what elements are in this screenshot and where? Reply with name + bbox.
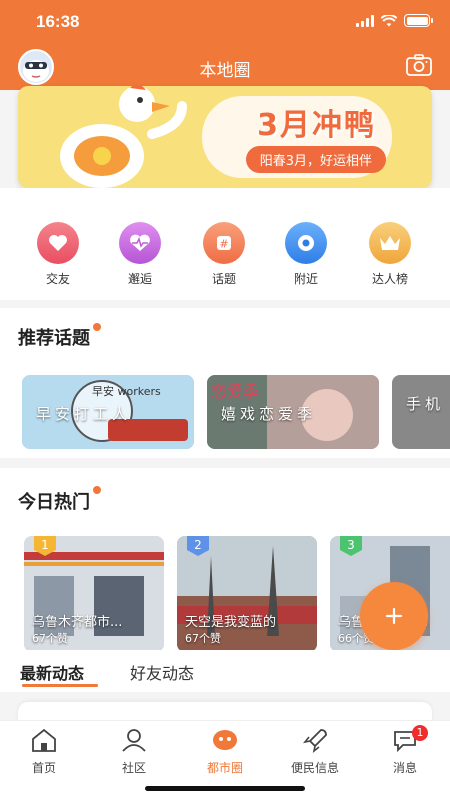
hot-card-likes: 67个赞 (32, 632, 68, 645)
hot-card[interactable]: 2 天空是我变蓝的 67个赞 (177, 536, 317, 652)
crown-icon (369, 222, 411, 264)
new-dot-icon (93, 323, 101, 331)
active-tab-indicator (22, 684, 98, 687)
wifi-icon (381, 14, 397, 26)
app-screen: 16:38 本地圈 3月冲鸭 阳春3月，好运相伴 交友 邂逅 # 话题 附近 达… (0, 0, 450, 800)
rocket-icon (303, 729, 327, 753)
feed-tabs: 最新动态 好友动态 (0, 650, 450, 692)
heartbeat-icon (119, 222, 161, 264)
nav-city-circle[interactable]: 都市圈 (190, 727, 260, 776)
topic-card[interactable]: 早安 workers 早安打工人 (22, 375, 194, 449)
topic-card[interactable]: 手机 (392, 375, 450, 449)
hot-card-name: 天空是我变蓝的 (185, 615, 277, 630)
banner-title: 3月冲鸭 (257, 108, 376, 143)
quick-item-make-friends[interactable]: 交友 (18, 222, 98, 287)
tab-friends[interactable]: 好友动态 (130, 660, 194, 684)
section-title-hot: 今日热门 (18, 492, 90, 513)
hashtag-icon: # (203, 222, 245, 264)
topic-label: 手机 (406, 395, 445, 413)
heart-icon (37, 222, 79, 264)
camera-icon[interactable] (406, 54, 432, 76)
page-title: 本地圈 (199, 61, 251, 81)
topic-label: 嬉戏恋爱季 (221, 405, 317, 423)
promo-banner[interactable]: 3月冲鸭 阳春3月，好运相伴 (18, 86, 432, 188)
svg-text:#: # (219, 238, 228, 251)
topic-label: 早安打工人 (36, 405, 132, 423)
message-badge: 1 (412, 725, 428, 741)
quick-item-encounter[interactable]: 邂逅 (100, 222, 180, 287)
nav-service-info[interactable]: 便民信息 (280, 727, 350, 776)
tab-latest[interactable]: 最新动态 (20, 660, 84, 684)
home-indicator (145, 786, 305, 791)
quick-item-leaderboard[interactable]: 达人榜 (350, 222, 430, 287)
nav-messages[interactable]: 1 消息 (370, 725, 440, 776)
community-icon (122, 729, 146, 752)
hot-card[interactable]: 1 乌鲁木齐都市... 67个赞 (24, 536, 164, 652)
new-dot-icon (93, 486, 101, 494)
svg-text:早安 workers: 早安 workers (92, 384, 161, 398)
nav-community[interactable]: 社区 (99, 727, 169, 776)
quick-entry-grid: 交友 邂逅 # 话题 附近 达人榜 (0, 188, 450, 300)
quick-item-nearby[interactable]: 附近 (266, 222, 346, 287)
plus-icon (385, 607, 403, 625)
status-time: 16:38 (36, 12, 80, 31)
header: 16:38 本地圈 (0, 0, 450, 90)
add-post-button[interactable] (360, 582, 428, 650)
feed-card (18, 702, 432, 722)
hot-card-likes: 67个赞 (185, 632, 221, 645)
duck-mascot-image (60, 86, 187, 188)
home-icon (32, 728, 56, 752)
topic-card[interactable]: 恋爱季 嬉戏恋爱季 (207, 375, 379, 449)
hot-card-name: 乌鲁木齐都市... (32, 615, 123, 630)
recommended-topics-section: 推荐话题 早安 workers 早安打工人 恋爱季 嬉戏恋爱季 手机 (0, 308, 450, 458)
nav-home[interactable]: 首页 (9, 727, 79, 776)
svg-text:恋爱季: 恋爱季 (211, 382, 259, 401)
quick-item-topics[interactable]: # 话题 (184, 222, 264, 287)
battery-icon (404, 14, 433, 27)
signal-icon (356, 14, 374, 27)
banner-subtitle: 阳春3月，好运相伴 (245, 146, 386, 173)
location-icon (285, 222, 327, 264)
section-title-topics: 推荐话题 (18, 328, 90, 349)
city-circle-icon (213, 730, 237, 750)
status-bar: 16:38 (0, 0, 450, 44)
